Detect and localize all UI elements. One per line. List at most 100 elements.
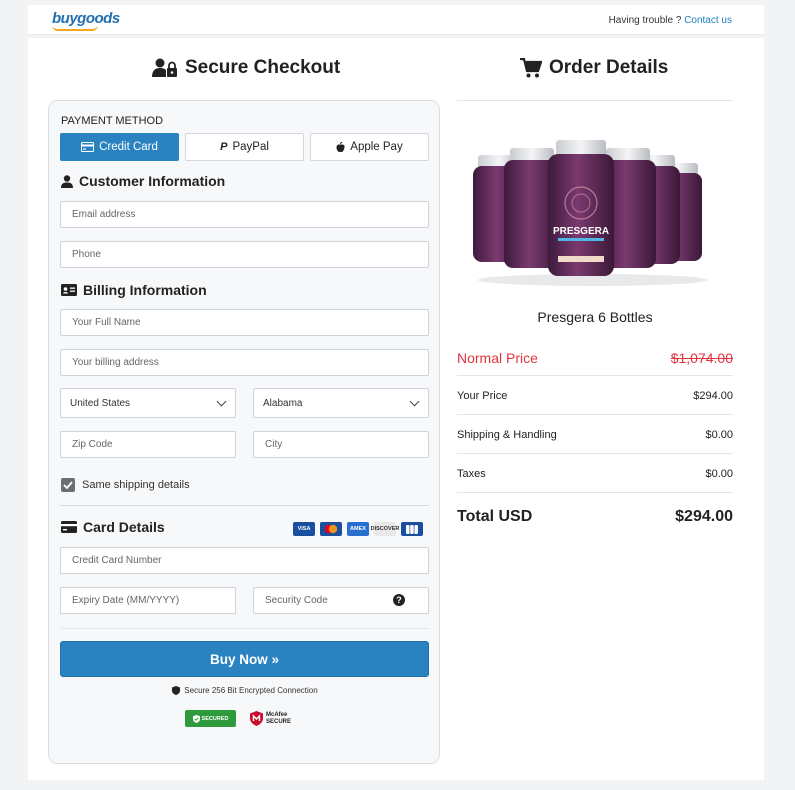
billing-address-input[interactable] bbox=[72, 357, 428, 368]
expiry-date-field[interactable] bbox=[60, 587, 236, 614]
mcafee-text-bottom: SECURE bbox=[266, 718, 292, 725]
secure-checkout-heading: Secure Checkout bbox=[152, 57, 340, 79]
full-name-field[interactable] bbox=[60, 309, 429, 336]
city-field[interactable] bbox=[253, 431, 429, 458]
billing-address-field[interactable] bbox=[60, 349, 429, 376]
zip-code-field[interactable] bbox=[60, 431, 236, 458]
tab-apple-pay[interactable]: Apple Pay bbox=[310, 133, 429, 161]
secure-connection-text: Secure 256 Bit Encrypted Connection bbox=[184, 686, 318, 695]
shipping-row: Shipping & Handling $0.00 bbox=[457, 416, 733, 454]
normal-price-value: $1,074.00 bbox=[670, 350, 733, 366]
checkmark-icon bbox=[63, 481, 73, 489]
payment-method-label: PAYMENT METHOD bbox=[61, 115, 164, 127]
chevron-down-icon bbox=[216, 396, 227, 406]
checkout-page: Secure Checkout Order Details PAYMENT ME… bbox=[28, 38, 764, 780]
secure-connection-line: Secure 256 Bit Encrypted Connection bbox=[49, 686, 441, 695]
normal-price-row: Normal Price $1,074.00 bbox=[457, 341, 733, 376]
email-field[interactable] bbox=[60, 201, 429, 228]
mastercard-icon bbox=[320, 522, 342, 536]
checkout-title: Secure Checkout bbox=[185, 57, 341, 78]
visa-icon: VISA bbox=[293, 522, 315, 536]
credit-card-icon bbox=[81, 142, 95, 152]
buy-now-button[interactable]: Buy Now » bbox=[60, 641, 429, 677]
credit-card-icon bbox=[61, 521, 77, 533]
total-value: $294.00 bbox=[675, 508, 733, 525]
taxes-value: $0.00 bbox=[705, 467, 733, 480]
user-lock-icon bbox=[152, 58, 177, 77]
taxes-label: Taxes bbox=[457, 467, 486, 480]
order-title: Order Details bbox=[549, 57, 669, 78]
taxes-row: Taxes $0.00 bbox=[457, 455, 733, 493]
security-code-field[interactable]: ? bbox=[253, 587, 429, 614]
mcafee-badge: McAfee SECURE bbox=[250, 711, 291, 726]
shipping-label: Shipping & Handling bbox=[457, 428, 557, 441]
same-shipping-checkbox[interactable] bbox=[61, 478, 75, 492]
section-divider bbox=[60, 505, 429, 506]
tab-credit-card[interactable]: Credit Card bbox=[60, 133, 179, 161]
card-details-label: Card Details bbox=[83, 519, 165, 535]
billing-info-title: Billing Information bbox=[61, 282, 207, 298]
apple-icon bbox=[336, 141, 345, 152]
card-number-field[interactable] bbox=[60, 547, 429, 574]
tab-credit-card-label: Credit Card bbox=[99, 141, 158, 153]
your-price-row: Your Price $294.00 bbox=[457, 377, 733, 415]
state-select[interactable]: Alabama bbox=[253, 388, 429, 418]
mcafee-text-top: McAfee bbox=[266, 711, 288, 718]
same-shipping-row: Same shipping details bbox=[61, 478, 190, 492]
city-input[interactable] bbox=[265, 439, 428, 450]
card-details-title: Card Details bbox=[61, 519, 165, 535]
billing-info-label: Billing Information bbox=[83, 282, 207, 298]
country-value: United States bbox=[70, 397, 131, 409]
full-name-input[interactable] bbox=[72, 317, 428, 328]
amex-icon: AMEX bbox=[347, 522, 369, 536]
product-name: Presgera 6 Bottles bbox=[537, 309, 653, 325]
logo-swoosh bbox=[52, 25, 98, 31]
user-icon bbox=[61, 174, 73, 188]
trust-badges: SECURED McAfee SECURE bbox=[185, 710, 291, 727]
id-card-icon bbox=[61, 284, 77, 296]
jcb-icon bbox=[401, 522, 423, 536]
secured-badge-text: SECURED bbox=[201, 715, 229, 722]
mcafee-shield-icon bbox=[250, 711, 263, 726]
discover-icon: DISCOVER bbox=[371, 522, 399, 536]
phone-field[interactable] bbox=[60, 241, 429, 268]
shield-icon bbox=[172, 686, 181, 695]
your-price-label: Your Price bbox=[457, 389, 508, 402]
shopping-cart-icon bbox=[520, 58, 542, 78]
payment-tabs: Credit Card P PayPal Apple Pay bbox=[60, 133, 429, 161]
order-details-heading: Order Details bbox=[520, 57, 668, 79]
same-shipping-label: Same shipping details bbox=[82, 479, 190, 491]
total-label: Total USD bbox=[457, 508, 533, 525]
zip-code-input[interactable] bbox=[72, 439, 235, 450]
state-value: Alabama bbox=[263, 397, 303, 409]
svg-text:PRESGERA: PRESGERA bbox=[553, 226, 609, 237]
expiry-date-input[interactable] bbox=[72, 595, 235, 606]
normal-price-label: Normal Price bbox=[457, 350, 538, 366]
shield-check-icon bbox=[192, 714, 200, 723]
customer-info-title: Customer Information bbox=[61, 173, 225, 189]
section-divider bbox=[60, 628, 429, 629]
tab-paypal[interactable]: P PayPal bbox=[185, 133, 304, 161]
shipping-value: $0.00 bbox=[705, 428, 733, 441]
accepted-cards: VISA AMEX DISCOVER bbox=[293, 522, 423, 536]
tab-apple-pay-label: Apple Pay bbox=[350, 141, 403, 153]
total-row: Total USD $294.00 bbox=[457, 498, 733, 536]
paypal-icon: P bbox=[220, 141, 228, 153]
mcafee-text: McAfee SECURE bbox=[266, 712, 291, 726]
secured-badge: SECURED bbox=[185, 710, 236, 727]
card-number-input[interactable] bbox=[72, 555, 428, 566]
order-divider bbox=[457, 100, 733, 101]
question-circle-icon[interactable]: ? bbox=[393, 594, 405, 606]
product-image: PRESGERA bbox=[473, 140, 708, 286]
your-price-value: $294.00 bbox=[693, 389, 733, 402]
help-line: Having trouble ? Contact us bbox=[609, 15, 732, 26]
email-input[interactable] bbox=[72, 209, 428, 220]
trouble-text: Having trouble ? bbox=[608, 15, 682, 26]
tab-paypal-label: PayPal bbox=[232, 141, 269, 153]
top-bar: buygoods Having trouble ? Contact us bbox=[28, 5, 764, 35]
country-select[interactable]: United States bbox=[60, 388, 236, 418]
contact-us-link[interactable]: Contact us bbox=[684, 15, 732, 26]
phone-input[interactable] bbox=[72, 249, 428, 260]
payment-form-card: PAYMENT METHOD Credit Card P PayPal Appl… bbox=[48, 100, 440, 764]
customer-info-label: Customer Information bbox=[79, 173, 226, 189]
